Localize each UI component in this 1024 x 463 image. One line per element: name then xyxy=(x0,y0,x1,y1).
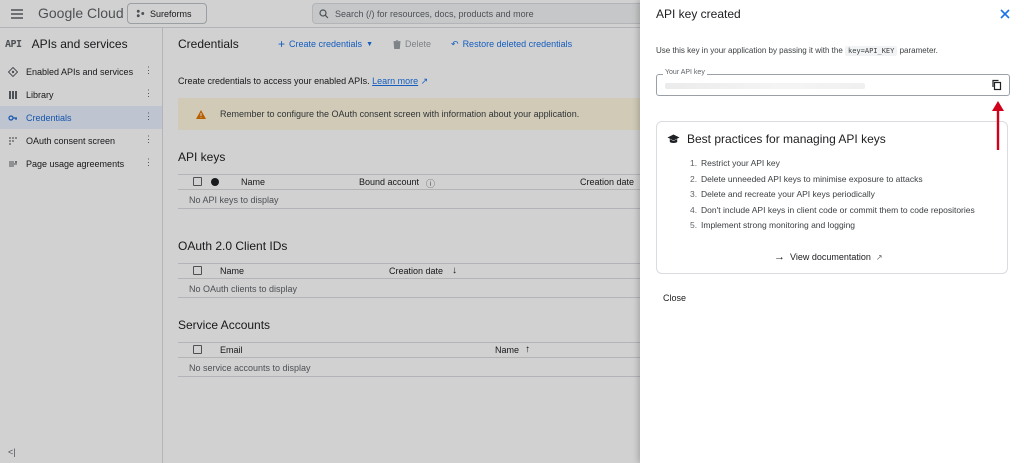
annotation-arrow-icon xyxy=(992,101,1004,150)
list-item-text: Restrict your API key xyxy=(701,158,780,168)
list-item-text: Implement strong monitoring and logging xyxy=(701,220,856,231)
panel-title: API key created xyxy=(656,7,741,21)
list-item: 1. Restrict your API key xyxy=(690,158,780,168)
view-documentation-label: View documentation xyxy=(790,252,871,262)
best-practices-header: Best practices for managing API keys xyxy=(667,132,886,146)
external-link-icon: ↗ xyxy=(875,252,883,262)
api-key-created-panel: API key created Use this key in your app… xyxy=(640,0,1024,463)
list-item: 2. Delete unneeded API keys to minimise e… xyxy=(690,173,923,184)
copy-icon[interactable] xyxy=(991,79,1003,91)
list-item-text: Delete and recreate your API keys period… xyxy=(701,189,875,200)
view-documentation-link[interactable]: → View documentation ↗ xyxy=(774,251,883,263)
list-item-text: Delete unneeded API keys to minimise exp… xyxy=(701,173,923,184)
api-key-value-redacted[interactable] xyxy=(665,83,865,89)
arrow-right-icon: → xyxy=(774,251,785,263)
api-key-field[interactable]: Your API key xyxy=(656,69,1010,96)
close-icon[interactable] xyxy=(998,7,1012,21)
list-item-text: Don't include API keys in client code or… xyxy=(701,204,975,215)
param-code: key=API_KEY xyxy=(845,46,898,56)
desc-after: parameter. xyxy=(899,46,938,55)
panel-description: Use this key in your application by pass… xyxy=(656,46,938,56)
desc-before: Use this key in your application by pass… xyxy=(656,46,843,55)
close-button[interactable]: Close xyxy=(663,293,686,303)
list-item: 5. Implement strong monitoring and loggin… xyxy=(690,220,856,231)
api-key-label: Your API key xyxy=(663,69,707,76)
best-practices-list: 1. Restrict your API key 2. Delete unneede… xyxy=(690,158,975,236)
modal-backdrop[interactable] xyxy=(0,0,640,463)
graduation-cap-icon xyxy=(667,134,680,143)
best-practices-card: Best practices for managing API keys 1. R… xyxy=(656,121,1008,274)
best-practices-title: Best practices for managing API keys xyxy=(687,132,886,146)
list-item: 4. Don't include API keys in client code … xyxy=(690,204,975,215)
list-item: 3. Delete and recreate your API keys peri… xyxy=(690,189,875,200)
